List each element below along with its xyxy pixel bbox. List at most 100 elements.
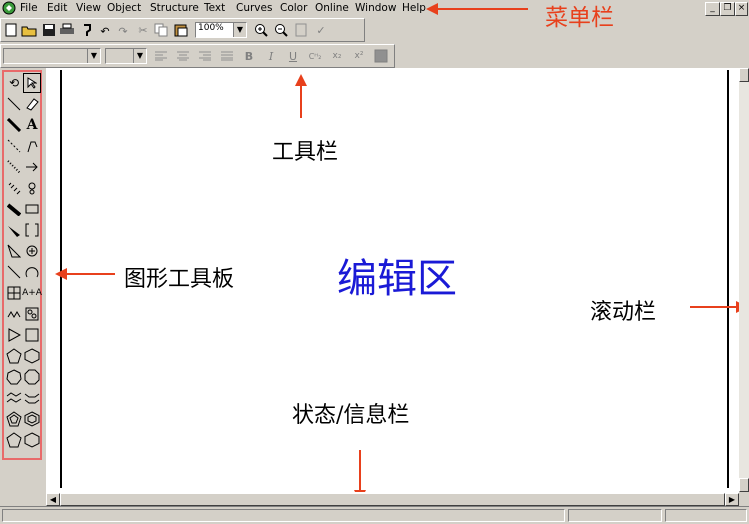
diagonal-tool-icon[interactable]	[5, 262, 23, 282]
toolbar-annotation: 工具栏	[272, 140, 339, 165]
menubar-arrow	[432, 8, 528, 10]
font-select[interactable]: ▼	[3, 48, 101, 64]
toolbar-arrow	[300, 84, 302, 118]
wedge-tool-icon[interactable]	[5, 220, 23, 240]
menu-file[interactable]: File	[20, 2, 38, 14]
menubar-arrowhead	[426, 3, 438, 15]
copy-icon[interactable]	[153, 22, 169, 38]
cut-icon[interactable]: ✂	[135, 22, 151, 38]
arrow-tool-icon[interactable]	[23, 157, 41, 177]
menu-view[interactable]: View	[76, 2, 101, 14]
horizontal-scrollbar[interactable]: ◀ ▶	[46, 492, 739, 507]
bracket-tool-icon[interactable]	[23, 220, 41, 240]
chevron-down-icon[interactable]: ▼	[133, 49, 146, 63]
menu-help[interactable]: Help	[402, 2, 426, 14]
benzene-ring-icon[interactable]	[23, 409, 41, 429]
check-icon[interactable]: ✓	[313, 22, 329, 38]
chevron-down-icon[interactable]: ▼	[233, 23, 246, 37]
scroll-up-button[interactable]	[739, 68, 749, 82]
scroll-left-button[interactable]: ◀	[46, 493, 60, 506]
triangle-ring-icon[interactable]	[5, 325, 23, 345]
eraser-tool-icon[interactable]	[23, 94, 41, 114]
menubar-annotation: 菜单栏	[545, 5, 614, 31]
minimize-button[interactable]: _	[705, 2, 720, 16]
zoom-out-icon[interactable]	[273, 22, 289, 38]
heptagon-ring-icon[interactable]	[5, 367, 23, 387]
rotate-tool-icon[interactable]: ⟲	[5, 73, 23, 93]
lasso-tool-icon[interactable]	[23, 178, 41, 198]
menu-edit[interactable]: Edit	[47, 2, 67, 14]
open-folder-icon[interactable]	[21, 22, 37, 38]
chain-tool-icon[interactable]	[5, 304, 23, 324]
chevron-down-icon[interactable]: ▼	[87, 49, 100, 63]
arc-tool-icon[interactable]	[23, 262, 41, 282]
vertical-scrollbar[interactable]	[739, 68, 749, 492]
align-justify-icon[interactable]	[219, 48, 235, 64]
app-icon[interactable]	[2, 1, 16, 15]
scroll-right-button[interactable]: ▶	[725, 493, 739, 506]
bold-line-tool-icon[interactable]	[5, 115, 23, 135]
select-tool-icon[interactable]	[23, 73, 41, 93]
align-left-icon[interactable]	[153, 48, 169, 64]
bold-button[interactable]: B	[241, 48, 257, 64]
template-tool-icon[interactable]	[23, 304, 41, 324]
superscript-icon[interactable]: x²	[351, 48, 367, 64]
table-tool-icon[interactable]	[5, 283, 23, 303]
save-icon[interactable]	[41, 22, 57, 38]
wedge-bond-tool-icon[interactable]	[5, 157, 23, 177]
close-button[interactable]: ×	[735, 2, 748, 16]
hexagon-alt-ring-icon[interactable]	[23, 430, 41, 450]
print-icon[interactable]	[59, 22, 75, 38]
rectangle-tool-icon[interactable]	[23, 199, 41, 219]
line-tool-icon[interactable]	[5, 94, 23, 114]
palette-annotation: 图形工具板	[124, 267, 235, 292]
scroll-down-button[interactable]	[739, 478, 749, 492]
octagon-ring-icon[interactable]	[23, 367, 41, 387]
hash-bond-tool-icon[interactable]	[5, 178, 23, 198]
help-pointer-icon[interactable]	[79, 22, 95, 38]
orbital-tool-icon[interactable]	[5, 241, 23, 261]
text-tool-icon[interactable]: A	[23, 115, 41, 135]
italic-button[interactable]: I	[263, 48, 279, 64]
zoom-select[interactable]: 100% ▼	[195, 22, 247, 38]
subscript-icon[interactable]: x₂	[329, 48, 345, 64]
charge-tool-icon[interactable]	[23, 241, 41, 261]
chair-ring-icon[interactable]	[5, 388, 23, 408]
zoom-in-icon[interactable]	[253, 22, 269, 38]
scroll-thumb[interactable]	[60, 493, 725, 506]
boat-ring-icon[interactable]	[23, 388, 41, 408]
pen-tool-icon[interactable]	[23, 136, 41, 156]
new-file-icon[interactable]	[3, 22, 19, 38]
menu-structure[interactable]: Structure	[150, 2, 199, 14]
reaction-tool-icon[interactable]: A+A	[22, 283, 42, 303]
menu-online[interactable]: Online	[315, 2, 349, 14]
pentagon-ring-icon[interactable]	[5, 346, 23, 366]
size-select[interactable]: ▼	[105, 48, 147, 64]
dashed-line-tool-icon[interactable]	[5, 136, 23, 156]
hexagon-ring-icon[interactable]	[23, 346, 41, 366]
standard-toolbar: ↶ ↷ ✂ 100% ▼ ✓	[0, 18, 365, 42]
status-arrow	[359, 450, 361, 492]
menu-window[interactable]: Window	[355, 2, 396, 14]
tool-palette: ⟲ A A+A	[2, 70, 42, 460]
align-center-icon[interactable]	[175, 48, 191, 64]
restore-button[interactable]: ❐	[720, 2, 735, 16]
menu-curves[interactable]: Curves	[236, 2, 272, 14]
page-view-icon[interactable]	[293, 22, 309, 38]
thick-bond-tool-icon[interactable]	[5, 199, 23, 219]
menu-object[interactable]: Object	[107, 2, 141, 14]
paste-icon[interactable]	[173, 22, 189, 38]
undo-icon[interactable]: ↶	[97, 23, 113, 39]
menu-color[interactable]: Color	[280, 2, 307, 14]
text-color-icon[interactable]	[373, 48, 389, 64]
scrollbar-annotation: 滚动栏	[590, 300, 657, 325]
align-right-icon[interactable]	[197, 48, 213, 64]
pentagon-alt-ring-icon[interactable]	[5, 430, 23, 450]
menu-text[interactable]: Text	[204, 2, 225, 14]
square-ring-icon[interactable]	[23, 325, 41, 345]
redo-icon[interactable]: ↷	[115, 23, 131, 39]
menu-bar: File Edit View Object Structure Text Cur…	[0, 0, 749, 18]
cyclopentadiene-ring-icon[interactable]	[5, 409, 23, 429]
underline-button[interactable]: U	[285, 48, 301, 64]
small-caps-icon[interactable]: Cᴴ₂	[307, 48, 323, 64]
